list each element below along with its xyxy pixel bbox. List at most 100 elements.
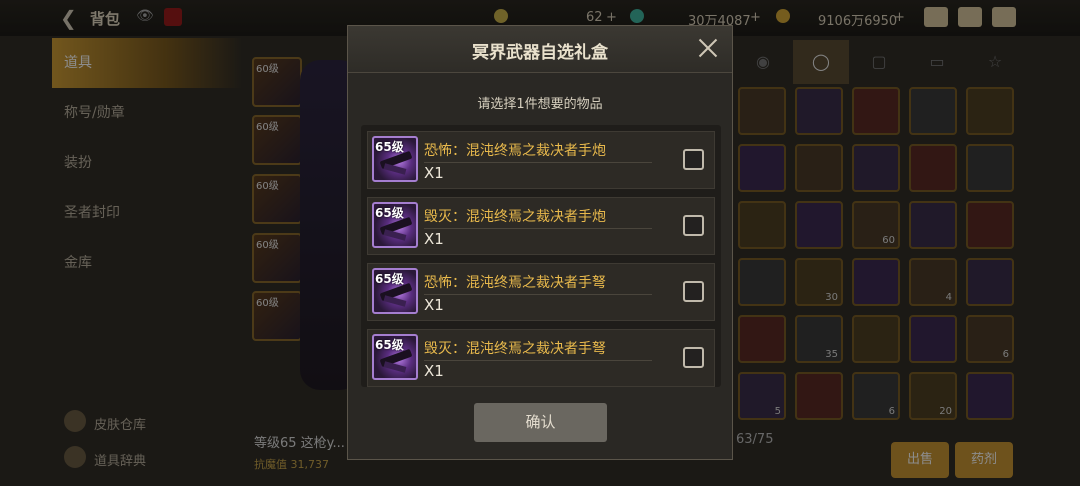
slot-count: 30 (825, 292, 838, 303)
sidebar-item-seal[interactable]: 圣者封印 (52, 188, 242, 238)
inventory-slot[interactable] (738, 87, 786, 135)
equip-slot[interactable]: 60级 (252, 115, 302, 165)
sidebar-item-outfit[interactable]: 装扮 (52, 138, 242, 188)
inventory-slot[interactable] (852, 144, 900, 192)
item-choice-list: 65级 恐怖：混沌终焉之裁决者手炮 X1 65级 毁灭：混沌终焉之裁决者手炮 X… (361, 125, 721, 387)
select-checkbox[interactable] (683, 215, 704, 236)
sidebar-item-vault[interactable]: 金库 (52, 238, 242, 288)
currency1-value: 62 (586, 10, 603, 25)
shop-icon[interactable] (924, 7, 948, 27)
inventory-slot[interactable] (738, 258, 786, 306)
equip-slot[interactable]: 60级 (252, 233, 302, 283)
inventory-slot[interactable] (909, 201, 957, 249)
tab-material-icon[interactable]: ▢ (851, 40, 907, 84)
dialog-header: 冥界武器自选礼盒 (348, 26, 732, 73)
arrow-left-icon[interactable]: ❮ (60, 6, 77, 30)
inventory-slot[interactable] (909, 315, 957, 363)
sell-button[interactable]: 出售 (891, 442, 949, 478)
dictionary-label[interactable]: 道具辞典 (94, 450, 146, 469)
inventory-slot[interactable] (738, 201, 786, 249)
slot-count: 6 (1002, 349, 1009, 360)
inventory-slot[interactable]: 6 (966, 315, 1014, 363)
dialog-subtitle: 请选择1件想要的物品 (477, 97, 603, 112)
confirm-button[interactable]: 确认 (474, 403, 607, 442)
alert-icon[interactable] (164, 8, 182, 26)
capacity-count: 63/75 (736, 432, 774, 447)
close-icon[interactable] (696, 36, 720, 60)
equip-slot[interactable]: 60级 (252, 174, 302, 224)
add-icon[interactable]: + (750, 10, 761, 25)
gift-box-dialog: 冥界武器自选礼盒 请选择1件想要的物品 65级 恐怖：混沌终焉之裁决者手炮 X1… (347, 25, 733, 460)
potion-button[interactable]: 药剂 (955, 442, 1013, 478)
character-name: 等级65 这枪y... (254, 436, 345, 451)
currency3-value: 9106万6950 (818, 14, 898, 29)
dictionary-icon[interactable] (64, 446, 86, 468)
divider (424, 228, 652, 229)
item-quantity: X1 (424, 296, 444, 314)
crossbow-icon: 65级 (372, 334, 418, 380)
item-name: 恐怖：混沌终焉之裁决者手炮 (424, 143, 606, 159)
inventory-slot[interactable] (738, 315, 786, 363)
item-quantity: X1 (424, 164, 444, 182)
inventory-slot[interactable]: 5 (738, 372, 786, 420)
sidebar-item-titles[interactable]: 称号/勋章 (52, 88, 242, 138)
slot-count: 60 (882, 235, 895, 246)
item-name: 毁灭：混沌终焉之裁决者手炮 (424, 209, 606, 225)
inventory-slot[interactable] (795, 87, 843, 135)
chat-icon[interactable] (992, 7, 1016, 27)
select-checkbox[interactable] (683, 281, 704, 302)
inventory-slot[interactable] (852, 87, 900, 135)
inventory-slot[interactable] (966, 201, 1014, 249)
inventory-slot[interactable] (852, 315, 900, 363)
inventory-slot[interactable]: 4 (909, 258, 957, 306)
item-name: 恐怖：混沌终焉之裁决者手弩 (424, 275, 606, 291)
inventory-slot[interactable] (966, 372, 1014, 420)
inventory-slot[interactable]: 60 (852, 201, 900, 249)
inventory-slot[interactable]: 20 (909, 372, 957, 420)
inventory-slot[interactable]: 30 (795, 258, 843, 306)
slot-count: 6 (888, 406, 895, 417)
add-icon[interactable]: + (894, 10, 905, 25)
gold-coin-icon (776, 9, 790, 23)
inventory-slot[interactable] (738, 144, 786, 192)
list-item[interactable]: 65级 毁灭：混沌终焉之裁决者手弩 X1 (367, 329, 715, 387)
hand-cannon-icon: 65级 (372, 202, 418, 248)
divider (424, 360, 652, 361)
inventory-slot[interactable]: 35 (795, 315, 843, 363)
eye-icon[interactable]: 👁 (136, 8, 154, 24)
inventory-slot[interactable] (909, 144, 957, 192)
sidebar-item-items[interactable]: 道具 (52, 38, 242, 88)
crossbow-icon: 65级 (372, 268, 418, 314)
tab-card-icon[interactable]: ▭ (909, 40, 965, 84)
equip-slot[interactable]: 60级 (252, 57, 302, 107)
mail-icon[interactable] (958, 7, 982, 27)
equip-slot[interactable]: 60级 (252, 291, 302, 341)
tab-helmet-icon[interactable]: ◉ (735, 40, 791, 84)
page-title: 背包 (90, 10, 121, 28)
list-item[interactable]: 65级 恐怖：混沌终焉之裁决者手弩 X1 (367, 263, 715, 321)
item-quantity: X1 (424, 362, 444, 380)
inventory-slot[interactable] (795, 201, 843, 249)
inventory-slot[interactable] (795, 144, 843, 192)
inventory-slot[interactable] (909, 87, 957, 135)
select-checkbox[interactable] (683, 347, 704, 368)
select-checkbox[interactable] (683, 149, 704, 170)
tab-star-icon[interactable]: ☆ (967, 40, 1023, 84)
inventory-tabs: ◉ ◯ ▢ ▭ ☆ (735, 40, 1025, 84)
tab-potion-icon[interactable]: ◯ (793, 40, 849, 84)
character-score: 抗魔值 31,737 (254, 458, 329, 471)
hand-cannon-icon: 65级 (372, 136, 418, 182)
inventory-slot[interactable] (966, 87, 1014, 135)
list-item[interactable]: 65级 恐怖：混沌终焉之裁决者手炮 X1 (367, 131, 715, 189)
skin-storage-icon[interactable] (64, 410, 86, 432)
inventory-slot[interactable]: 6 (852, 372, 900, 420)
list-item[interactable]: 65级 毁灭：混沌终焉之裁决者手炮 X1 (367, 197, 715, 255)
gem-icon (630, 9, 644, 23)
inventory-slot[interactable] (852, 258, 900, 306)
inventory-slot[interactable] (795, 372, 843, 420)
add-icon[interactable]: + (606, 10, 617, 25)
inventory-slot[interactable] (966, 144, 1014, 192)
divider (424, 162, 652, 163)
skin-storage-label[interactable]: 皮肤仓库 (94, 414, 146, 433)
inventory-slot[interactable] (966, 258, 1014, 306)
